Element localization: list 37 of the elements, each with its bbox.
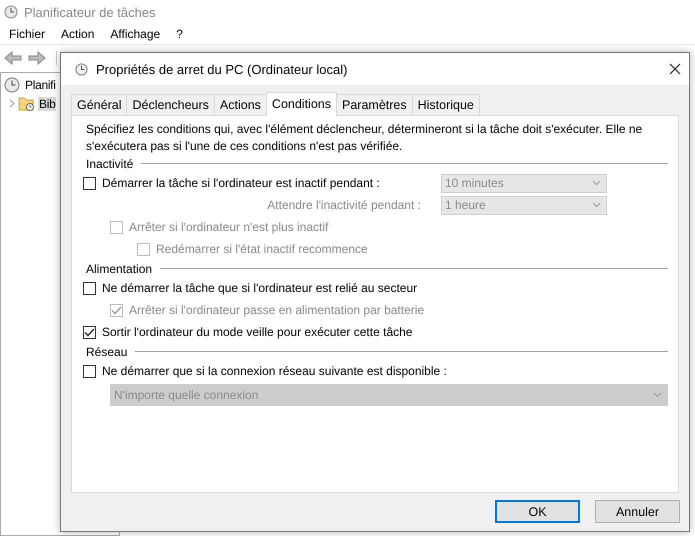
chevron-down-icon [592,180,601,186]
close-icon[interactable] [669,63,681,75]
dialog-title: Propriétés de arret du PC (Ordinateur local) [96,62,348,76]
checkbox-label[interactable]: Sortir l'ordinateur du mode veille pour exécuter cette tâche [102,325,412,339]
dialog-button[interactable]: Annuler [595,500,680,523]
clock-icon [4,76,20,92]
clock-icon [75,62,88,76]
description-text: Spécifiez les conditions qui, avec l'élément déclencheur, détermineront si la tâche doit s'exécuter. Elle ne s'exécutera pas si l'une de ces conditions n'est pas vérifiée. [86,121,644,155]
chevron-down-icon [653,392,662,398]
section-heading: Alimentation [86,262,152,276]
tree-item[interactable]: Bib [38,96,56,110]
checkbox[interactable] [83,364,96,378]
menu-item[interactable]: Action [61,27,94,41]
checkbox[interactable] [83,326,96,338]
chevron-down-icon [592,202,601,208]
tab[interactable]: Historique [412,94,480,115]
menu-item[interactable]: ? [176,27,183,41]
clock-icon [4,5,18,19]
checkbox-label[interactable]: Ne démarrer que si la connexion réseau suivante est disponible : [102,364,447,378]
checkbox[interactable] [83,282,96,294]
menu-item[interactable]: Affichage [110,27,160,41]
back-arrow-icon[interactable] [4,51,22,65]
tree-item[interactable]: Planifi [24,78,57,92]
menu-item[interactable]: Fichier [9,27,46,41]
tab[interactable]: Général [71,94,128,115]
dialog-button[interactable]: OK [495,500,580,523]
forward-arrow-icon[interactable] [28,51,46,65]
window-title: Planificateur de tâches [24,4,156,20]
section-heading: Réseau [86,344,128,358]
folder-clock-icon [18,96,35,111]
checkbox-label[interactable]: Ne démarrer la tâche que si l'ordinateur est relié au secteur [102,281,418,295]
tab[interactable]: Conditions [266,92,337,116]
section-heading: Inactivité [86,156,134,170]
chevron-icon[interactable] [9,99,15,108]
field-label: Attendre l'inactivité pendant : [266,198,422,212]
checkbox[interactable] [83,176,96,190]
checkbox-label[interactable]: Démarrer la tâche si l'ordinateur est inactif pendant : [102,176,380,190]
